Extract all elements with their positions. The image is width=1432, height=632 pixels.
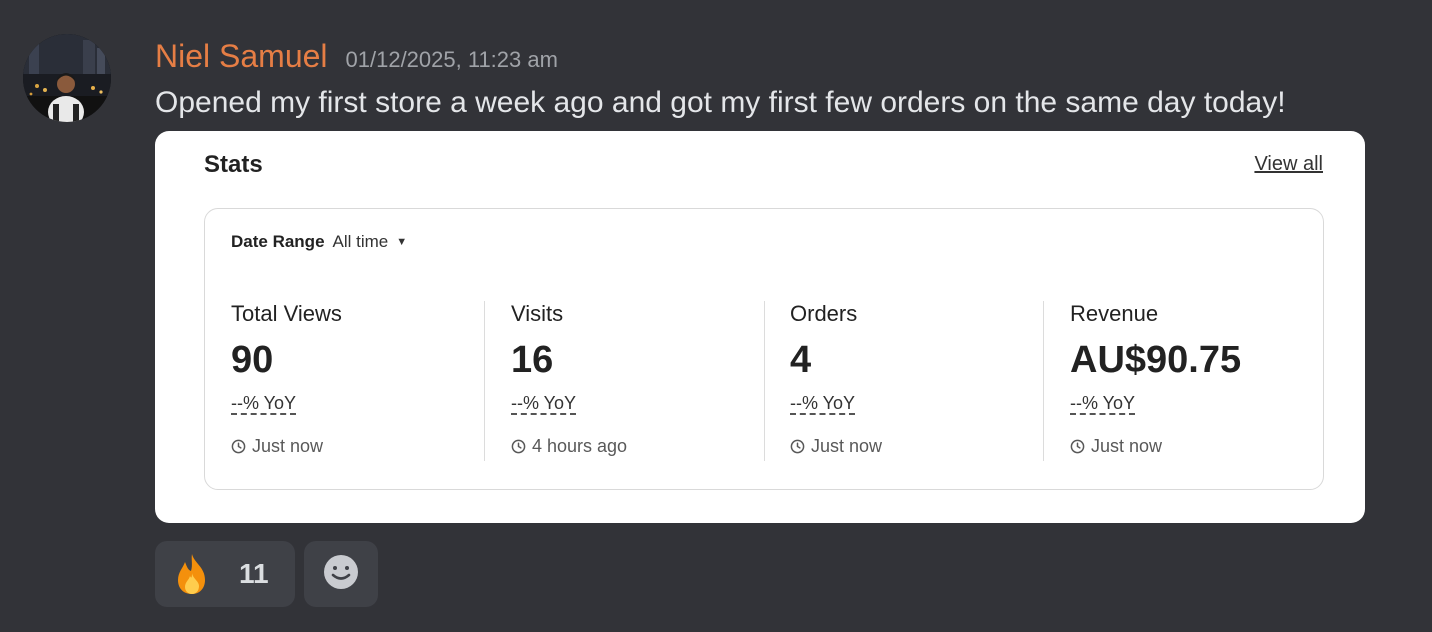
- metric-label: Orders: [790, 301, 858, 326]
- username[interactable]: Niel Samuel: [155, 34, 328, 78]
- metric-time-text: 4 hours ago: [532, 436, 628, 456]
- caret-down-icon: ▼: [396, 236, 408, 248]
- reaction-count: 11: [239, 558, 269, 589]
- metric-label: Visits: [511, 301, 564, 326]
- date-range-value: All time: [332, 232, 389, 251]
- stats-title: Stats: [204, 151, 263, 178]
- avatar-image: [23, 34, 111, 122]
- metric-time-text: Just now: [252, 436, 324, 456]
- metric-yoy[interactable]: --% YoY: [1070, 393, 1136, 415]
- metric-updated: Just now: [790, 436, 882, 457]
- metric-yoy[interactable]: --% YoY: [231, 393, 297, 415]
- metric-value: AU$90.75: [1070, 339, 1242, 381]
- metric-yoy[interactable]: --% YoY: [790, 393, 856, 415]
- reaction-fire[interactable]: 11: [155, 541, 295, 607]
- metric-divider: [484, 301, 485, 461]
- metric-time-text: Just now: [811, 436, 883, 456]
- metric-updated: Just now: [1070, 436, 1162, 457]
- metric-orders: Orders 4 --% YoY Just now: [790, 301, 1040, 461]
- add-reaction-button[interactable]: [304, 541, 378, 607]
- clock-icon: [231, 439, 246, 454]
- metric-divider: [764, 301, 765, 461]
- metric-value: 90: [231, 339, 274, 381]
- metric-updated: 4 hours ago: [511, 436, 627, 457]
- date-range: Date Range All time ▼: [231, 232, 407, 252]
- metric-label: Revenue: [1070, 301, 1159, 326]
- view-all-link[interactable]: View all: [1254, 153, 1323, 176]
- metric-updated: Just now: [231, 436, 323, 457]
- metric-value: 16: [511, 339, 554, 381]
- avatar[interactable]: [23, 34, 111, 122]
- clock-icon: [790, 439, 805, 454]
- add-reaction-icon: [322, 553, 360, 596]
- metric-total-views: Total Views 90 --% YoY Just now: [231, 301, 481, 461]
- metric-yoy[interactable]: --% YoY: [511, 393, 577, 415]
- metric-visits: Visits 16 --% YoY 4 hours ago: [511, 301, 761, 461]
- date-range-label: Date Range: [231, 232, 325, 251]
- metric-label: Total Views: [231, 301, 342, 326]
- message-header: Niel Samuel 01/12/2025, 11:23 am: [155, 34, 558, 78]
- stats-embed-image[interactable]: Stats View all Date Range All time ▼ Tot…: [155, 131, 1365, 523]
- metric-value: 4: [790, 339, 812, 381]
- clock-icon: [511, 439, 526, 454]
- stats-panel: Date Range All time ▼ Total Views 90 --%…: [204, 208, 1324, 490]
- message-timestamp: 01/12/2025, 11:23 am: [345, 47, 558, 72]
- metric-revenue: Revenue AU$90.75 --% YoY Just now: [1070, 301, 1320, 461]
- metric-divider: [1043, 301, 1044, 461]
- fire-icon: [169, 551, 215, 597]
- date-range-dropdown[interactable]: All time ▼: [333, 232, 408, 252]
- metric-time-text: Just now: [1091, 436, 1163, 456]
- message-text: Opened my first store a week ago and got…: [155, 86, 1286, 119]
- clock-icon: [1070, 439, 1085, 454]
